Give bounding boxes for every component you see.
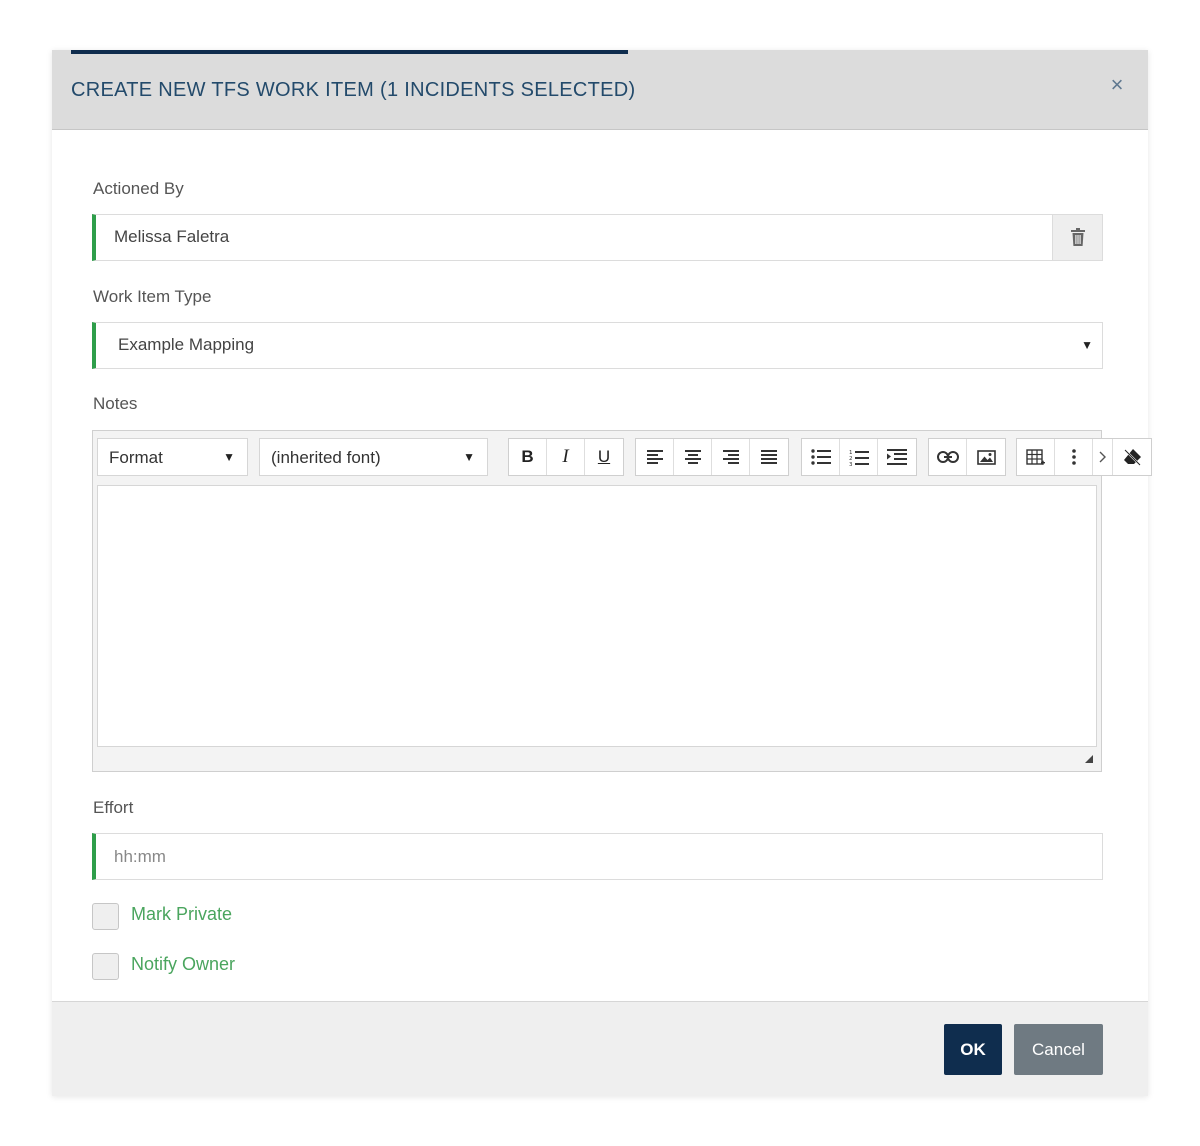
cancel-button[interactable]: Cancel [1014, 1024, 1103, 1075]
bold-button[interactable]: B [509, 439, 547, 475]
more-options-button[interactable] [1055, 439, 1093, 475]
underline-button[interactable]: U [585, 439, 623, 475]
text-style-group: B I U [508, 438, 624, 476]
notify-owner-label[interactable]: Notify Owner [131, 954, 235, 975]
more-vertical-icon [1071, 449, 1076, 465]
numbered-list-icon: 1 2 3 [849, 450, 869, 466]
close-icon[interactable]: × [1106, 74, 1128, 96]
notes-editor: Format ▼ (inherited font) ▼ B I U 1 2 3 [92, 430, 1152, 772]
dialog-header: CREATE NEW TFS WORK ITEM (1 INCIDENTS SE… [52, 50, 1148, 130]
table-icon [1026, 448, 1045, 465]
bulleted-list-icon [810, 449, 831, 465]
editor-toolbar: Format ▼ (inherited font) ▼ B I U 1 2 3 [93, 431, 1193, 481]
link-icon [936, 451, 959, 463]
bulleted-list-button[interactable] [802, 439, 840, 475]
align-left-icon [646, 450, 663, 464]
dialog-title: CREATE NEW TFS WORK ITEM (1 INCIDENTS SE… [71, 79, 636, 101]
format-dropdown[interactable]: Format ▼ [97, 438, 248, 476]
trash-icon [1070, 228, 1085, 246]
caret-down-icon: ▼ [223, 450, 235, 464]
actioned-by-value: Melissa Faletra [114, 227, 230, 246]
work-item-type-label: Work Item Type [93, 287, 212, 306]
align-center-icon [684, 450, 701, 464]
clear-actioned-by-button[interactable] [1052, 215, 1102, 260]
notes-label: Notes [93, 394, 138, 413]
mark-private-checkbox[interactable] [92, 903, 119, 930]
numbered-list-button[interactable]: 1 2 3 [840, 439, 878, 475]
toolbar-expand-button[interactable] [1093, 439, 1113, 475]
align-center-button[interactable] [674, 439, 712, 475]
align-right-button[interactable] [712, 439, 750, 475]
work-item-type-value: Example Mapping [118, 335, 255, 354]
clear-formatting-button[interactable] [1113, 439, 1151, 475]
insert-link-button[interactable] [929, 439, 967, 475]
alignment-group [635, 438, 789, 476]
align-justify-button[interactable] [750, 439, 788, 475]
eraser-icon [1123, 449, 1141, 466]
chevron-right-icon [1099, 451, 1106, 463]
align-justify-icon [761, 450, 777, 464]
effort-input[interactable] [96, 834, 1102, 879]
resize-handle-icon[interactable] [1085, 755, 1093, 763]
mark-private-label[interactable]: Mark Private [131, 904, 232, 925]
font-dropdown[interactable]: (inherited font) ▼ [259, 438, 488, 476]
caret-down-icon: ▼ [463, 450, 475, 464]
effort-label: Effort [93, 798, 134, 817]
work-item-type-select[interactable]: Example Mapping ▼ [92, 322, 1103, 369]
actioned-by-label: Actioned By [93, 179, 184, 198]
align-left-button[interactable] [636, 439, 674, 475]
list-group: 1 2 3 [801, 438, 917, 476]
indent-icon [887, 449, 907, 465]
insert-group [928, 438, 1006, 476]
font-dropdown-label: (inherited font) [271, 448, 381, 467]
effort-field[interactable] [92, 833, 1103, 880]
notes-edit-area[interactable] [97, 485, 1097, 747]
notify-owner-checkbox[interactable] [92, 953, 119, 980]
image-icon [976, 449, 996, 465]
align-right-icon [722, 450, 739, 464]
actioned-by-field[interactable]: Melissa Faletra [92, 214, 1103, 261]
italic-button[interactable]: I [547, 439, 585, 475]
more-group [1016, 438, 1152, 476]
indent-button[interactable] [878, 439, 916, 475]
insert-image-button[interactable] [967, 439, 1005, 475]
svg-text:3: 3 [849, 462, 853, 466]
create-work-item-dialog: CREATE NEW TFS WORK ITEM (1 INCIDENTS SE… [52, 50, 1152, 1096]
format-dropdown-label: Format [109, 448, 163, 467]
dialog-footer: OK Cancel [52, 1001, 1148, 1096]
ok-button[interactable]: OK [944, 1024, 1002, 1075]
insert-table-button[interactable] [1017, 439, 1055, 475]
header-accent-bar [71, 50, 628, 54]
caret-down-icon: ▼ [1081, 338, 1093, 352]
